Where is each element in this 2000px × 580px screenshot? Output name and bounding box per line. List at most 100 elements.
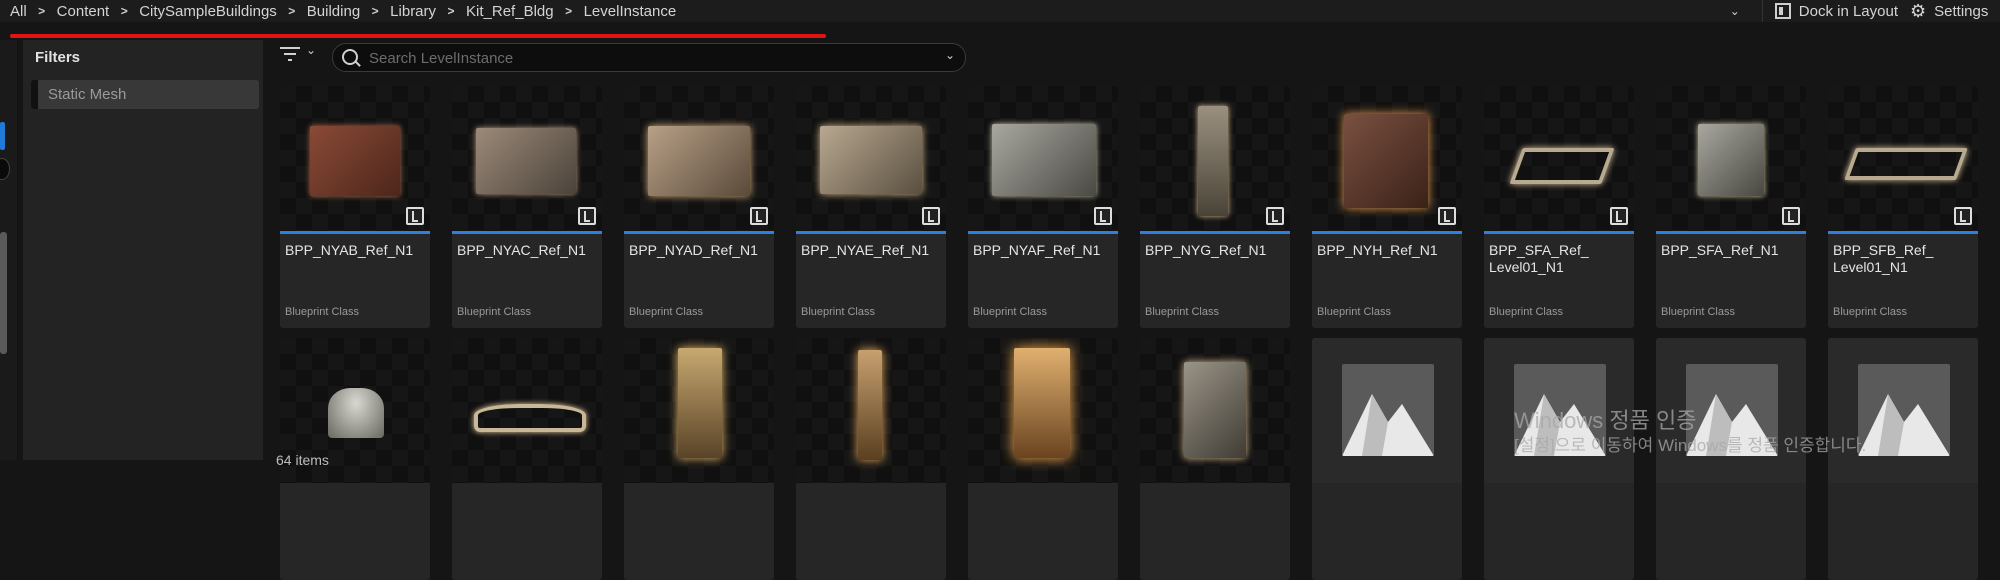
building-preview <box>474 404 586 432</box>
asset-thumbnail <box>796 86 946 231</box>
breadcrumb-building[interactable]: Building <box>307 3 360 20</box>
windows-watermark-text: [설정]으로 이동하여 Windows를 정품 인증합니다. <box>1514 436 1867 455</box>
breadcrumb-kit-ref-bldg[interactable]: Kit_Ref_Bldg <box>466 3 554 20</box>
asset-name: BPP_NYAC_Ref_N1 <box>457 242 586 258</box>
divider <box>1761 0 1763 22</box>
red-underline-annotation <box>10 34 826 38</box>
asset-name: BPP_SFB_Ref_ Level01_N1 <box>1833 242 1934 275</box>
asset-type-bar <box>968 231 1118 234</box>
asset-tile[interactable] <box>796 338 946 580</box>
breadcrumb-citysamplebuildings[interactable]: CitySampleBuildings <box>139 3 277 20</box>
asset-thumbnail <box>624 86 774 231</box>
asset-tile[interactable] <box>1484 338 1634 580</box>
building-preview <box>1844 148 1968 180</box>
asset-tile[interactable] <box>968 338 1118 580</box>
asset-tile[interactable]: BPP_NYH_Ref_N1 Blueprint Class <box>1312 86 1462 328</box>
building-preview <box>648 126 750 196</box>
building-preview <box>820 126 922 194</box>
asset-tile[interactable]: BPP_NYAC_Ref_N1 Blueprint Class <box>452 86 602 328</box>
chevron-right-icon[interactable]: > <box>277 4 307 18</box>
chevron-right-icon[interactable]: > <box>436 4 466 18</box>
level-instance-icon <box>578 207 596 225</box>
level-instance-icon <box>1782 207 1800 225</box>
breadcrumb-levelinstance[interactable]: LevelInstance <box>584 3 677 20</box>
asset-tile[interactable]: BPP_NYG_Ref_N1 Blueprint Class <box>1140 86 1290 328</box>
asset-tile[interactable]: BPP_NYAD_Ref_N1 Blueprint Class <box>624 86 774 328</box>
breadcrumb-content[interactable]: Content <box>57 3 110 20</box>
filters-title: Filters <box>35 49 81 66</box>
asset-type-bar <box>1484 231 1634 234</box>
asset-tile[interactable]: BPP_SFB_Ref_ Level01_N1 Blueprint Class <box>1828 86 1978 328</box>
asset-grid: BPP_NYAB_Ref_N1 Blueprint Class BPP_NYAC… <box>280 86 2000 580</box>
search-box[interactable]: ⌄ <box>332 43 966 72</box>
asset-name: BPP_SFA_Ref_N1 <box>1661 242 1779 258</box>
asset-thumbnail <box>1656 86 1806 231</box>
level-instance-icon <box>1438 207 1456 225</box>
asset-class: Blueprint Class <box>285 306 359 318</box>
chevron-right-icon[interactable]: > <box>554 4 584 18</box>
settings-button[interactable]: ⚙ Settings <box>1910 1 2000 22</box>
asset-tile[interactable]: BPP_SFA_Ref_N1 Blueprint Class <box>1656 86 1806 328</box>
asset-tile[interactable] <box>1140 338 1290 580</box>
filter-dropdown-button[interactable]: ⌄ <box>280 43 320 65</box>
building-preview <box>858 350 882 460</box>
breadcrumb-all[interactable]: All <box>10 3 27 20</box>
asset-name: BPP_NYAD_Ref_N1 <box>629 242 758 258</box>
asset-type-bar <box>1656 231 1806 234</box>
settings-label: Settings <box>1934 2 1989 20</box>
asset-tile[interactable] <box>624 338 774 580</box>
building-preview <box>1509 148 1615 184</box>
scrollbar[interactable] <box>0 232 7 354</box>
asset-class: Blueprint Class <box>1833 306 1907 318</box>
asset-thumbnail <box>624 338 774 483</box>
asset-thumbnail <box>280 86 430 231</box>
building-preview <box>1014 348 1070 458</box>
building-preview <box>1184 362 1246 458</box>
dock-in-layout-button[interactable]: Dock in Layout <box>1774 2 1898 20</box>
asset-thumbnail <box>1312 86 1462 231</box>
level-instance-icon <box>1610 207 1628 225</box>
asset-tile[interactable]: BPP_NYAB_Ref_N1 Blueprint Class <box>280 86 430 328</box>
asset-type-bar <box>280 231 430 234</box>
asset-type-bar <box>1828 231 1978 234</box>
asset-type-bar <box>1140 231 1290 234</box>
asset-class: Blueprint Class <box>1317 306 1391 318</box>
building-preview <box>1698 124 1764 196</box>
asset-type-bar <box>1312 231 1462 234</box>
selected-indicator[interactable] <box>0 122 5 150</box>
asset-tile[interactable] <box>1656 338 1806 580</box>
chevron-right-icon[interactable]: > <box>360 4 390 18</box>
filters-panel: Filters Static Mesh <box>23 40 263 460</box>
asset-class: Blueprint Class <box>629 306 703 318</box>
dock-label: Dock in Layout <box>1798 2 1898 20</box>
level-instance-icon <box>750 207 768 225</box>
asset-name: BPP_NYG_Ref_N1 <box>1145 242 1267 258</box>
asset-tile[interactable] <box>1828 338 1978 580</box>
asset-thumbnail <box>1484 86 1634 231</box>
asset-tile[interactable]: BPP_NYAE_Ref_N1 Blueprint Class <box>796 86 946 328</box>
panel-toggle-icon[interactable] <box>0 158 10 180</box>
chevron-down-icon[interactable]: ⌄ <box>945 48 955 62</box>
filter-item-label: Static Mesh <box>48 86 127 103</box>
asset-tile[interactable] <box>1312 338 1462 580</box>
asset-name: BPP_SFA_Ref_ Level01_N1 <box>1489 242 1589 275</box>
asset-tile[interactable]: BPP_SFA_Ref_ Level01_N1 Blueprint Class <box>1484 86 1634 328</box>
filter-checkbox[interactable] <box>31 80 38 109</box>
top-right-controls: ⌄ Dock in Layout ⚙ Settings <box>1720 0 2000 22</box>
chevron-down-icon[interactable]: ⌄ <box>1720 4 1750 18</box>
chevron-down-icon: ⌄ <box>306 43 317 57</box>
building-preview <box>992 124 1096 196</box>
asset-thumbnail <box>968 338 1118 483</box>
asset-class: Blueprint Class <box>457 306 531 318</box>
asset-thumbnail <box>452 338 602 483</box>
asset-type-bar <box>796 231 946 234</box>
building-preview <box>328 388 384 438</box>
gear-icon: ⚙ <box>1910 0 1927 21</box>
asset-tile[interactable]: BPP_NYAF_Ref_N1 Blueprint Class <box>968 86 1118 328</box>
asset-tile[interactable] <box>452 338 602 580</box>
search-input[interactable] <box>367 47 931 69</box>
breadcrumb-library[interactable]: Library <box>390 3 436 20</box>
filter-item-static-mesh[interactable]: Static Mesh <box>31 80 259 109</box>
chevron-right-icon[interactable]: > <box>27 4 57 18</box>
chevron-right-icon[interactable]: > <box>109 4 139 18</box>
